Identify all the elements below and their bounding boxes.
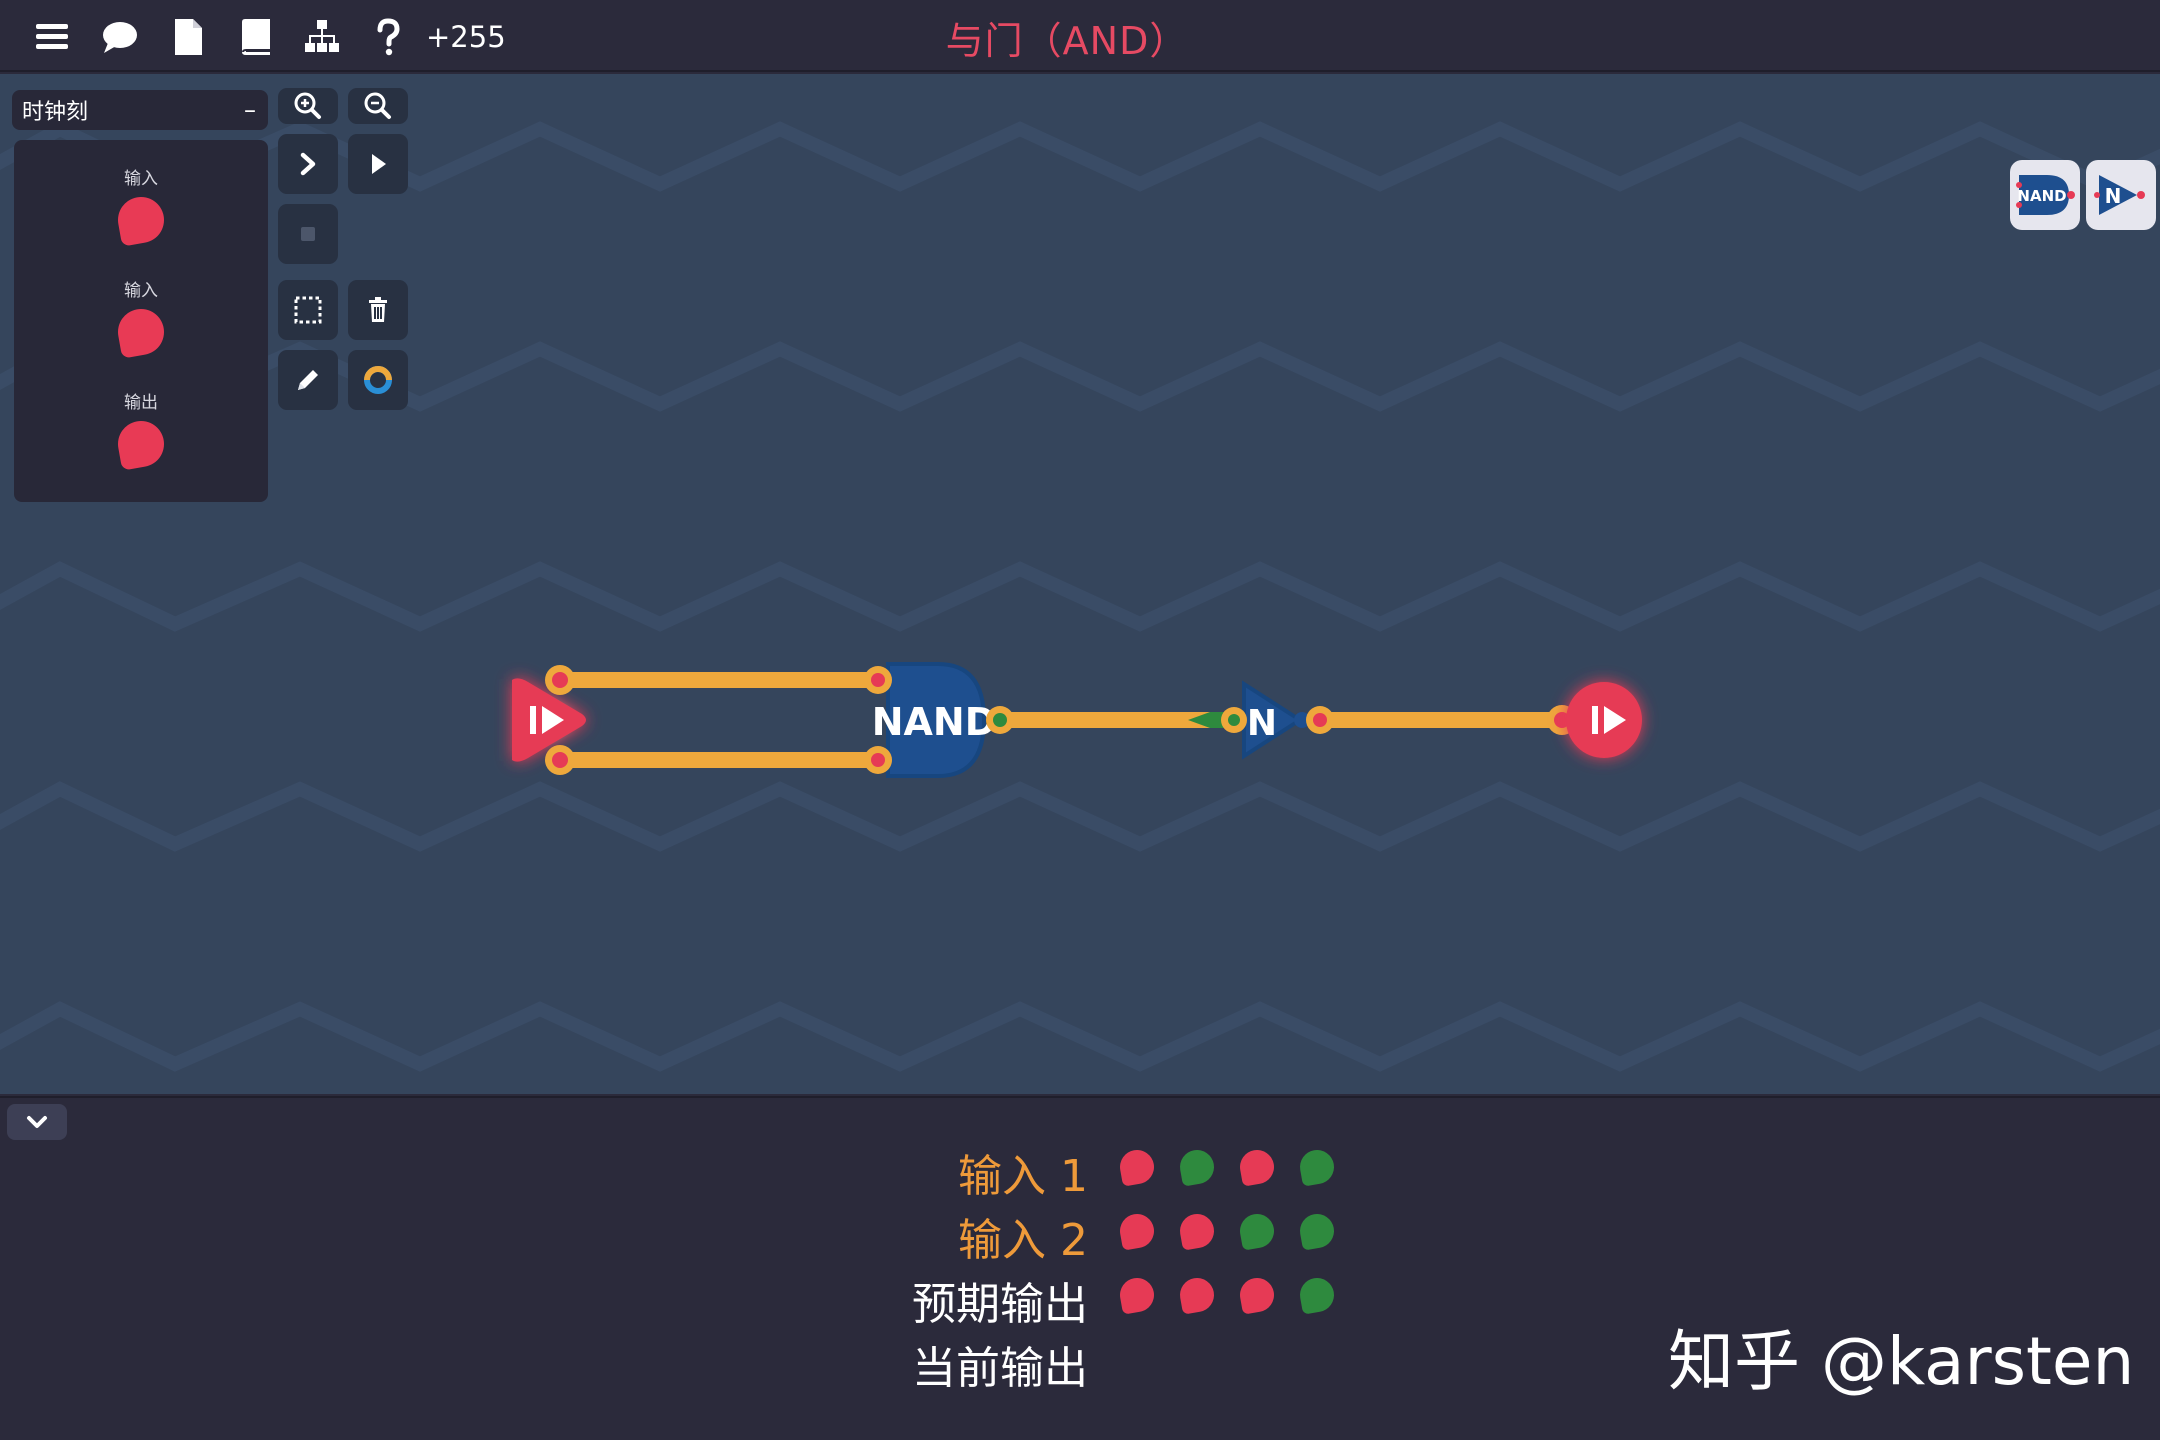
nand-output-pin-core xyxy=(993,713,1007,727)
color-button[interactable] xyxy=(348,350,408,410)
clock-panel-title: 时钟刻 xyxy=(22,100,89,125)
play-button[interactable] xyxy=(348,134,408,194)
zoom-out-icon xyxy=(364,92,391,119)
truth-cell xyxy=(1237,1147,1277,1187)
circuit-output-node[interactable] xyxy=(1566,682,1642,758)
nand-input-pin-b-core xyxy=(871,753,885,767)
marquee-select-icon xyxy=(294,296,322,324)
step-button[interactable] xyxy=(278,134,338,194)
io-item-input-1[interactable]: 输入 xyxy=(14,164,268,247)
io-item-label: 输入 xyxy=(124,169,158,189)
not-output-pin-core xyxy=(1313,713,1327,727)
collapse-bottom-button[interactable] xyxy=(7,1104,67,1140)
input-2-toggle[interactable] xyxy=(114,305,168,359)
not-input-pin-core xyxy=(1228,714,1240,726)
circuit-input-node[interactable] xyxy=(512,678,586,762)
truth-cell xyxy=(1177,1211,1217,1251)
play-icon xyxy=(372,154,386,174)
zoom-in-button[interactable] xyxy=(278,88,338,124)
io-panel: 输入 输入 输出 xyxy=(14,140,268,502)
collapse-panel-button[interactable]: – xyxy=(244,96,256,124)
not-gate-label: N xyxy=(1247,703,1277,744)
trash-icon xyxy=(369,297,387,322)
io-item-output[interactable]: 输出 xyxy=(14,388,268,471)
truth-cell xyxy=(1177,1147,1217,1187)
circuit-canvas[interactable]: NAND N 时钟刻 – 输入 输入 输出 NAND N xyxy=(0,74,2160,1094)
io-item-input-2[interactable]: 输入 xyxy=(14,276,268,359)
truth-cell xyxy=(1297,1275,1337,1315)
nand-gate-label: NAND xyxy=(872,700,997,744)
chevron-right-icon xyxy=(300,152,316,176)
truth-cell xyxy=(1237,1211,1277,1251)
output-indicator xyxy=(114,417,168,471)
truth-cell xyxy=(1177,1275,1217,1315)
truth-row-input-2: 输入 2 xyxy=(0,1204,2160,1266)
input-pin-bottom-core xyxy=(552,752,568,768)
select-button[interactable] xyxy=(278,280,338,340)
not-gate-icon: N xyxy=(2094,175,2145,215)
top-bar: +255 与门（AND） xyxy=(0,0,2160,72)
color-ring-icon xyxy=(364,366,392,394)
truth-row-label: 当前输出 xyxy=(912,1343,1088,1394)
nand-input-pin-a-core xyxy=(871,673,885,687)
not-gate[interactable]: N xyxy=(1242,680,1310,760)
pencil-icon xyxy=(298,370,318,390)
chevron-down-icon xyxy=(27,1116,47,1128)
palette-nand-gate[interactable]: NAND xyxy=(2010,160,2080,230)
truth-row-input-1: 输入 1 xyxy=(0,1140,2160,1202)
truth-cell xyxy=(1117,1275,1157,1315)
io-item-label: 输出 xyxy=(124,393,158,413)
nand-gate-icon: NAND xyxy=(2016,175,2075,215)
truth-row-label: 预期输出 xyxy=(912,1279,1088,1330)
stop-icon xyxy=(301,227,315,241)
truth-cell xyxy=(1297,1211,1337,1251)
truth-cell xyxy=(1117,1147,1157,1187)
palette-nand-label: NAND xyxy=(2017,187,2066,205)
input-1-toggle[interactable] xyxy=(114,193,168,247)
truth-cell xyxy=(1117,1211,1157,1251)
truth-row-label: 输入 1 xyxy=(958,1151,1088,1202)
zoom-out-button[interactable] xyxy=(348,88,408,124)
clock-panel-header[interactable]: 时钟刻 – xyxy=(12,90,268,130)
palette-not-gate[interactable]: N xyxy=(2086,160,2156,230)
io-item-label: 输入 xyxy=(124,281,158,301)
level-title: 与门（AND） xyxy=(945,19,1189,63)
truth-cell xyxy=(1237,1275,1277,1315)
truth-cell xyxy=(1297,1147,1337,1187)
zoom-in-icon xyxy=(294,92,321,119)
truth-row-label: 输入 2 xyxy=(958,1215,1088,1266)
stop-button[interactable] xyxy=(278,204,338,264)
wire-nand-to-not[interactable] xyxy=(992,712,1240,728)
draw-wire-button[interactable] xyxy=(278,350,338,410)
input-pin-top-core xyxy=(552,672,568,688)
delete-button[interactable] xyxy=(348,280,408,340)
palette-not-label: N xyxy=(2105,184,2122,208)
watermark: 知乎 @karsten xyxy=(1668,1323,2135,1400)
